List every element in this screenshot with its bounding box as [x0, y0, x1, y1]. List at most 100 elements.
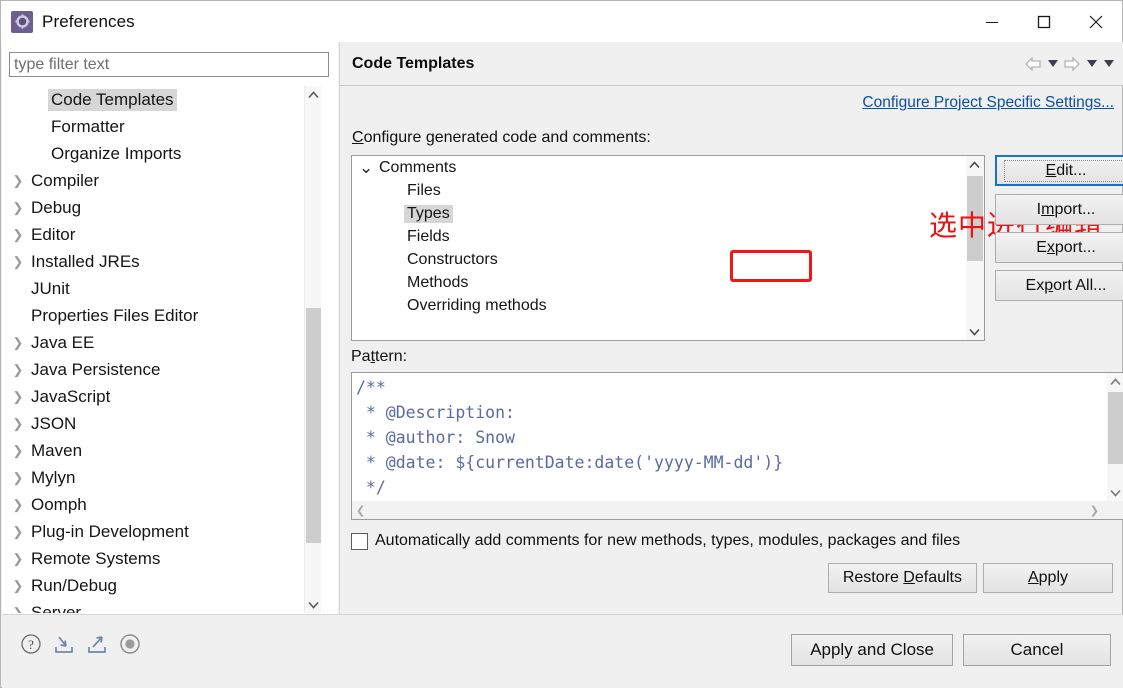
restore-defaults-button[interactable]: Restore Defaults [827, 563, 977, 593]
chevron-right-icon[interactable]: ❯ [8, 498, 28, 511]
auto-comment-checkbox[interactable] [351, 532, 368, 550]
sidebar-item-label: JSON [31, 413, 77, 433]
template-item-label: Methods [407, 273, 469, 291]
export-all-button[interactable]: Export All... [995, 270, 1123, 301]
template-item-methods[interactable]: Methods [352, 271, 966, 294]
code-templates-tree[interactable]: ⌄ Comments Files Types Fields Constructors Met… [351, 155, 985, 341]
hscroll-right-icon[interactable]: ❯ [1086, 504, 1103, 517]
chevron-right-icon[interactable]: ❯ [8, 228, 28, 241]
hscroll-left-icon[interactable]: ❮ [352, 504, 369, 517]
back-menu-caret-down-icon[interactable] [1046, 54, 1059, 74]
chevron-right-icon[interactable]: ❯ [8, 525, 28, 538]
sidebar-item-compiler[interactable]: ❯ Compiler [2, 167, 302, 194]
cancel-button[interactable]: Cancel [963, 634, 1111, 666]
close-icon [1089, 15, 1103, 28]
sidebar-item-maven[interactable]: ❯ Maven [2, 437, 302, 464]
sidebar-item-label: Remote Systems [31, 548, 161, 568]
apply-button[interactable]: Apply [983, 563, 1113, 593]
chevron-right-icon[interactable]: ❯ [8, 552, 28, 565]
sidebar-item-label: Maven [31, 440, 83, 460]
chevron-right-icon[interactable]: ❯ [8, 174, 28, 187]
sidebar-item-server[interactable]: ❯ Server [2, 599, 302, 614]
sidebar-item-remote-systems[interactable]: ❯ Remote Systems [2, 545, 302, 572]
chevron-right-icon[interactable]: ❯ [8, 417, 28, 430]
chevron-right-icon[interactable]: ❯ [8, 471, 28, 484]
forward-menu-caret-down-icon[interactable] [1085, 54, 1098, 74]
pattern-scroll-thumb[interactable] [1108, 392, 1123, 464]
close-button[interactable] [1070, 1, 1122, 42]
edit-button[interactable]: Edit... [995, 155, 1123, 186]
pattern-scroll-down-icon[interactable] [1107, 484, 1123, 501]
scroll-up-icon[interactable] [305, 86, 322, 103]
template-item-label: Fields [407, 227, 450, 245]
pattern-horizontal-scrollbar[interactable]: ❮ ❯ [352, 501, 1123, 519]
template-item-fields[interactable]: Fields [352, 225, 966, 248]
chevron-right-icon[interactable]: ❯ [8, 606, 28, 613]
template-item-types[interactable]: Types [352, 202, 966, 225]
template-item-comments[interactable]: ⌄ Comments [352, 156, 966, 179]
sidebar-scroll-thumb[interactable] [306, 308, 321, 543]
chevron-right-icon[interactable]: ❯ [8, 201, 28, 214]
template-item-files[interactable]: Files [352, 179, 966, 202]
templates-scroll-up-icon[interactable] [966, 156, 983, 173]
sidebar-item-code-templates[interactable]: Code Templates [2, 86, 302, 113]
import-preferences-icon[interactable] [53, 633, 75, 655]
chevron-right-icon[interactable]: ❯ [8, 390, 28, 403]
template-item-constructors[interactable]: Constructors [352, 248, 966, 271]
sidebar-item-oomph[interactable]: ❯ Oomph [2, 491, 302, 518]
chevron-down-icon[interactable]: ⌄ [359, 159, 376, 176]
chevron-right-icon[interactable]: ❯ [8, 579, 28, 592]
sidebar-item-run-debug[interactable]: ❯ Run/Debug [2, 572, 302, 599]
page-title: Code Templates [352, 54, 475, 72]
pattern-label-b: tern: [375, 348, 408, 365]
sidebar-item-mylyn[interactable]: ❯ Mylyn [2, 464, 302, 491]
maximize-button[interactable] [1018, 1, 1070, 42]
sidebar-item-formatter[interactable]: Formatter [2, 113, 302, 140]
pattern-scroll-up-icon[interactable] [1107, 373, 1123, 390]
minimize-button[interactable] [966, 1, 1018, 42]
auto-comment-checkbox-row[interactable]: Automatically add comments for new metho… [351, 532, 960, 550]
sidebar-item-editor[interactable]: ❯ Editor [2, 221, 302, 248]
chevron-right-icon[interactable]: ❯ [8, 363, 28, 376]
template-item-overriding-methods[interactable]: Overriding methods [352, 294, 966, 317]
sidebar-item-installed-jres[interactable]: ❯ Installed JREs [2, 248, 302, 275]
scroll-down-icon[interactable] [305, 596, 322, 613]
chevron-right-icon[interactable]: ❯ [8, 336, 28, 349]
sidebar-item-javascript[interactable]: ❯ JavaScript [2, 383, 302, 410]
sidebar-scrollbar[interactable] [304, 86, 321, 613]
configure-project-specific-settings-link[interactable]: Configure Project Specific Settings... [862, 94, 1114, 111]
sidebar-item-java-ee[interactable]: ❯ Java EE [2, 329, 302, 356]
pattern-code-text[interactable]: /** * @Description: * @author: Snow * @d… [356, 375, 783, 500]
filter-input[interactable] [9, 52, 329, 77]
help-icon[interactable]: ? [20, 633, 42, 655]
apply-and-close-button[interactable]: Apply and Close [791, 634, 953, 666]
sidebar-item-organize-imports[interactable]: Organize Imports [2, 140, 302, 167]
page-nav-icons [1024, 54, 1115, 74]
sidebar-item-java-persistence[interactable]: ❯ Java Persistence [2, 356, 302, 383]
chevron-right-icon[interactable]: ❯ [8, 444, 28, 457]
pattern-editor[interactable]: /** * @Description: * @author: Snow * @d… [351, 372, 1123, 520]
oomph-recorder-icon[interactable] [119, 633, 141, 655]
template-item-label: Overriding methods [407, 296, 547, 314]
preferences-sidebar: Code Templates Formatter Organize Imports ❯… [2, 42, 338, 614]
templates-scrollbar[interactable] [966, 156, 984, 340]
pattern-vertical-scrollbar[interactable] [1107, 373, 1123, 501]
arrow-back-icon[interactable] [1024, 54, 1042, 74]
templates-scroll-down-icon[interactable] [966, 323, 983, 340]
import-button[interactable]: Import... [995, 194, 1123, 225]
export-preferences-icon[interactable] [86, 633, 108, 655]
page-action-buttons: Restore Defaults Apply [827, 563, 1113, 593]
annotation-highlight-box-types [730, 250, 812, 282]
sidebar-item-plug-in-development[interactable]: ❯ Plug-in Development [2, 518, 302, 545]
view-menu-caret-down-icon[interactable] [1102, 54, 1115, 74]
export-all-label-b: ort All... [1053, 276, 1107, 294]
sidebar-item-json[interactable]: ❯ JSON [2, 410, 302, 437]
chevron-right-icon[interactable]: ❯ [8, 255, 28, 268]
sidebar-item-properties-files-editor[interactable]: Properties Files Editor [2, 302, 302, 329]
window-title: Preferences [42, 11, 135, 31]
export-button[interactable]: Export... [995, 232, 1123, 263]
sidebar-item-debug[interactable]: ❯ Debug [2, 194, 302, 221]
preferences-tree[interactable]: Code Templates Formatter Organize Imports ❯… [2, 86, 302, 613]
arrow-forward-icon[interactable] [1063, 54, 1081, 74]
sidebar-item-junit[interactable]: JUnit [2, 275, 302, 302]
